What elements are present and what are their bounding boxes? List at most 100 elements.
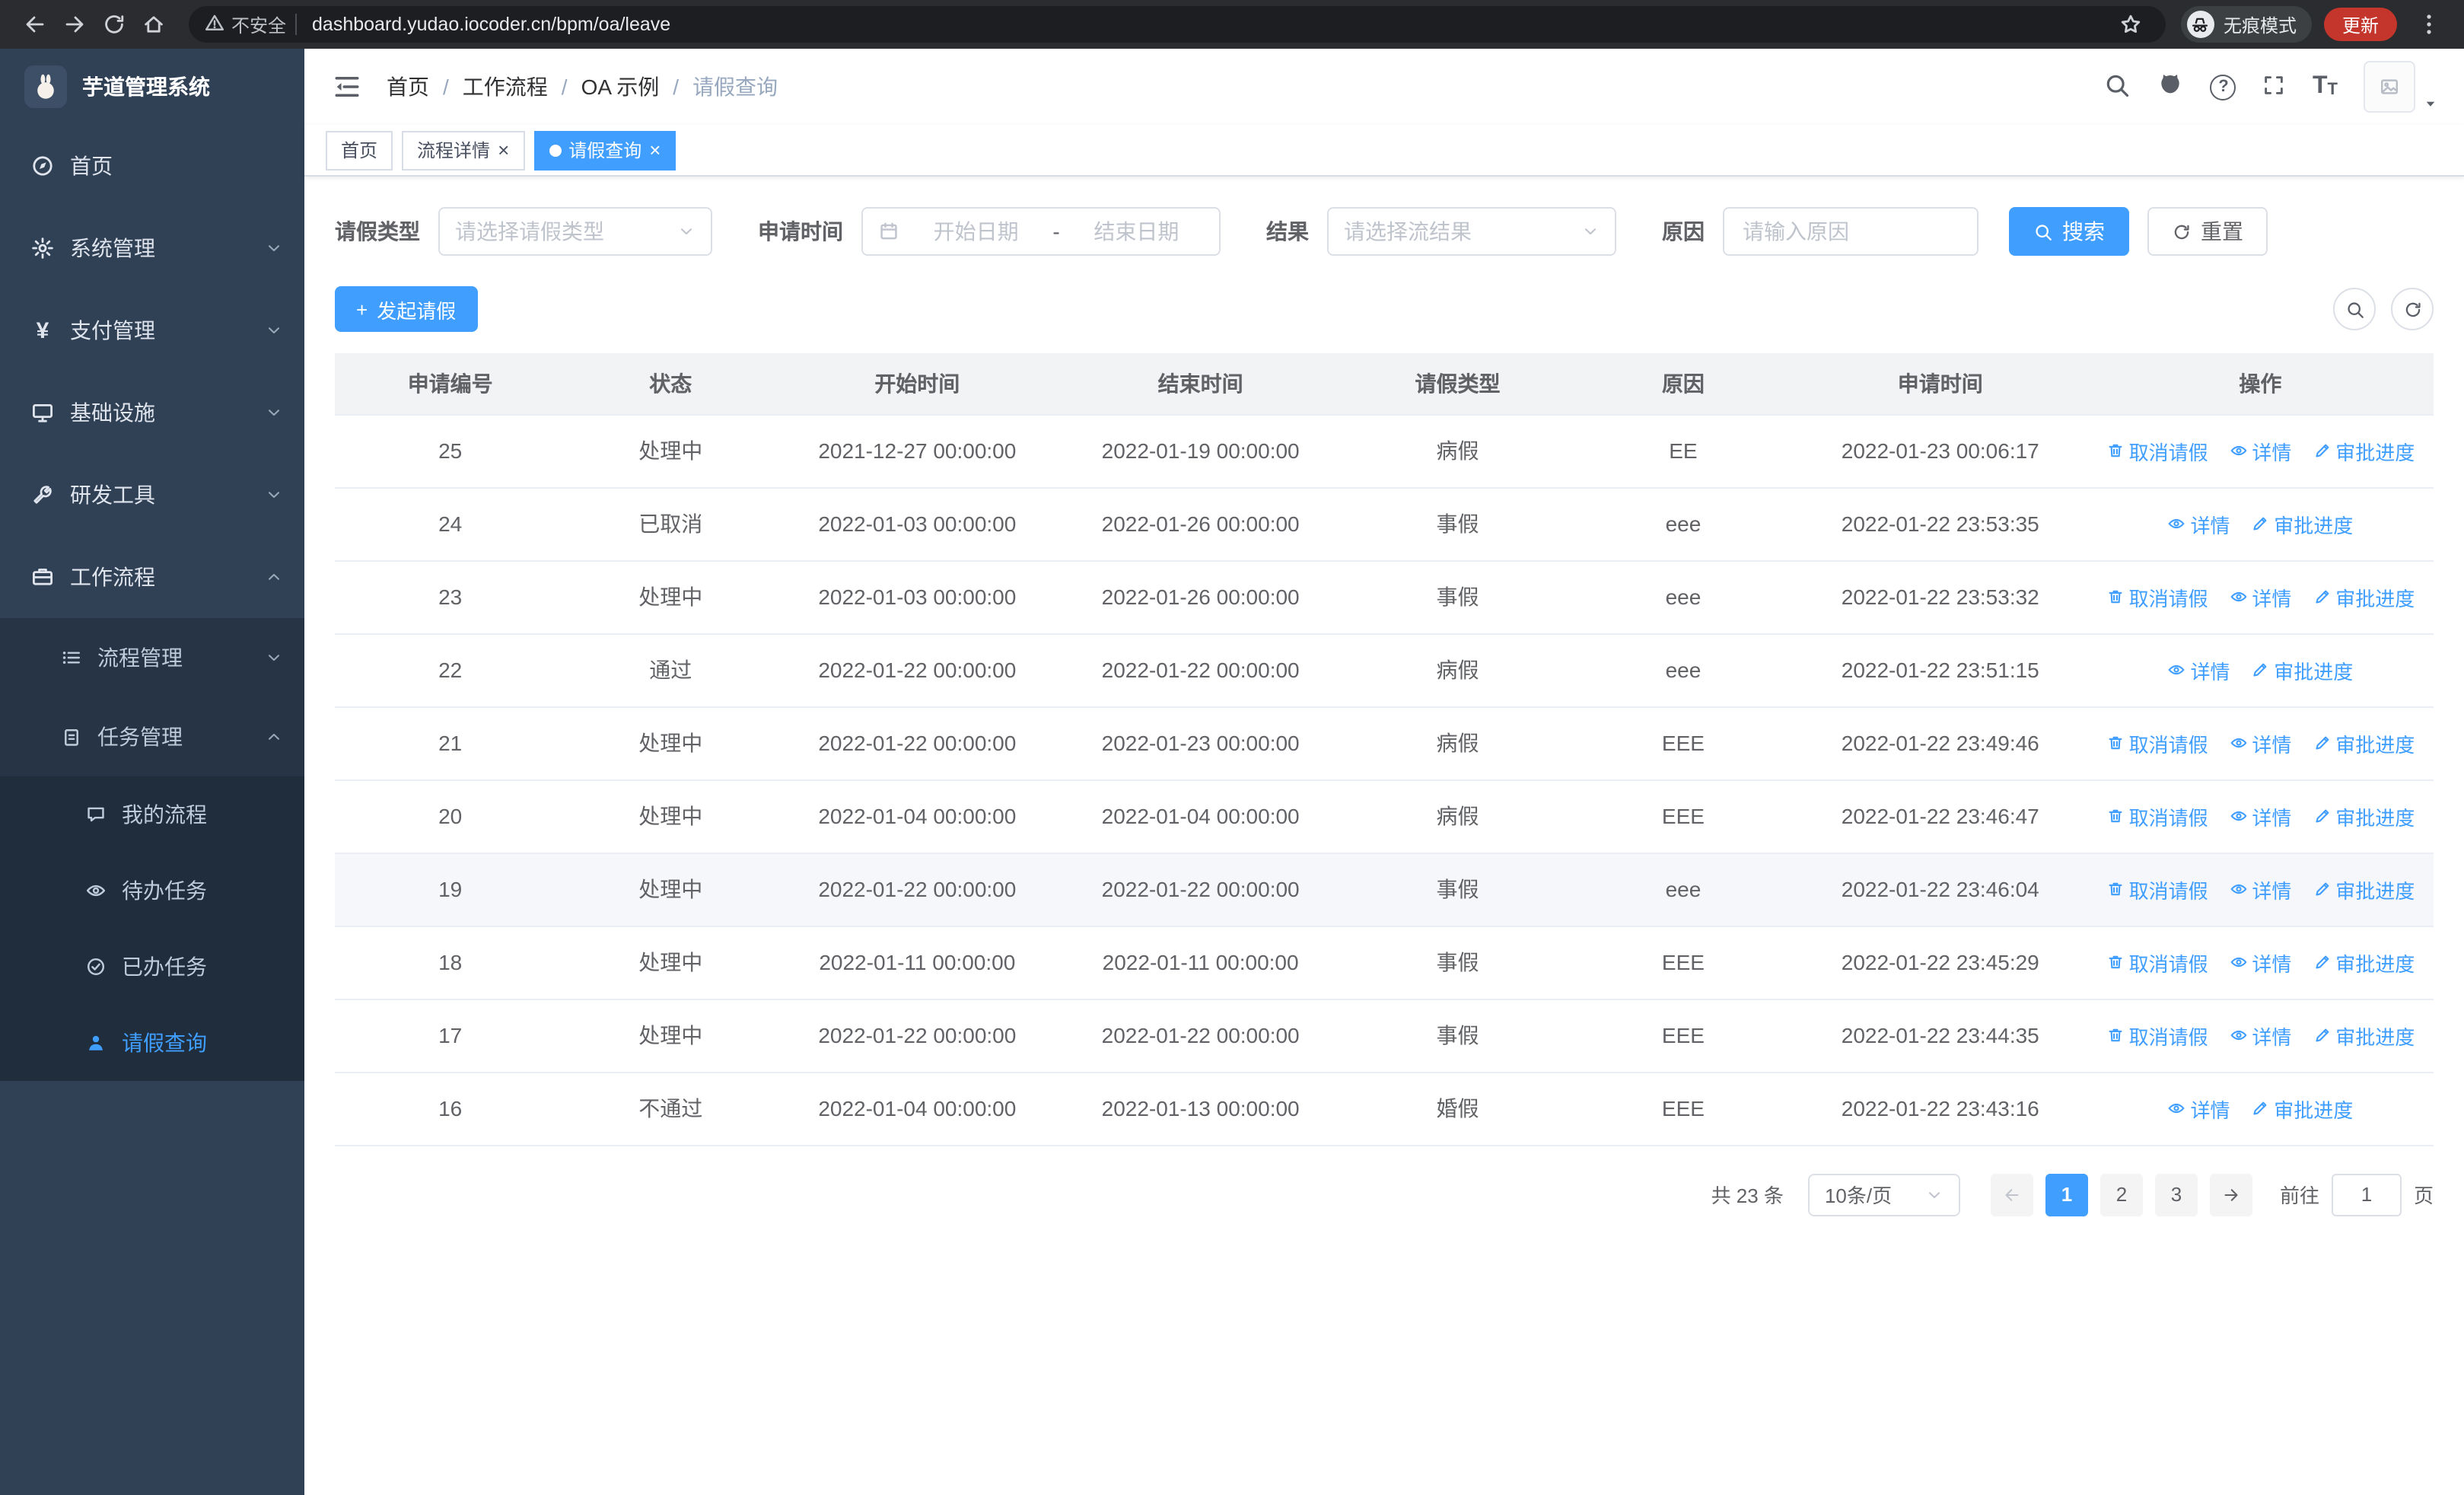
browser-home-icon[interactable] xyxy=(134,5,173,44)
approval-progress-link[interactable]: 审批进度 xyxy=(2251,655,2353,684)
list-icon xyxy=(61,647,82,668)
refresh-table-button[interactable] xyxy=(2391,288,2434,330)
tab-leave-query[interactable]: 请假查询 × xyxy=(533,130,676,170)
search-button[interactable]: 搜索 xyxy=(2009,207,2129,256)
font-size-icon[interactable]: TT xyxy=(2313,74,2338,99)
cancel-leave-link[interactable]: 取消请假 xyxy=(2106,875,2208,904)
cell-type: 事假 xyxy=(1342,487,1574,561)
cell-type: 病假 xyxy=(1342,414,1574,488)
create-leave-button[interactable]: + 发起请假 xyxy=(335,286,478,332)
detail-link[interactable]: 详情 xyxy=(2229,582,2291,611)
result-select[interactable]: 请选择流结果 xyxy=(1327,207,1616,256)
logo[interactable]: 芋道管理系统 xyxy=(0,49,304,125)
breadcrumb-item-workflow[interactable]: 工作流程 xyxy=(463,72,548,102)
date-range-picker[interactable]: 开始日期 - 结束日期 xyxy=(861,207,1221,256)
pagination-next-button[interactable] xyxy=(2209,1173,2252,1216)
cancel-leave-link[interactable]: 取消请假 xyxy=(2106,1021,2208,1050)
approval-progress-link[interactable]: 审批进度 xyxy=(2251,509,2353,538)
pen-icon xyxy=(2251,1099,2269,1117)
cell-id: 20 xyxy=(335,779,566,853)
detail-link[interactable]: 详情 xyxy=(2167,509,2230,538)
github-icon[interactable] xyxy=(2157,71,2185,103)
sidebar-item-infrastructure[interactable]: 基础设施 xyxy=(0,371,304,454)
sidebar-item-dev-tools[interactable]: 研发工具 xyxy=(0,454,304,536)
reason-input[interactable] xyxy=(1723,207,1979,256)
detail-link[interactable]: 详情 xyxy=(2229,436,2291,465)
tab-label: 流程详情 xyxy=(417,140,491,161)
leave-type-select[interactable]: 请选择请假类型 xyxy=(438,207,712,256)
cell-type: 事假 xyxy=(1342,560,1574,634)
approval-progress-link[interactable]: 审批进度 xyxy=(2313,875,2415,904)
sidebar-item-my-processes[interactable]: 我的流程 xyxy=(0,776,304,853)
pagination-page-2[interactable]: 2 xyxy=(2099,1173,2143,1216)
browser-forward-icon[interactable] xyxy=(55,5,94,44)
user-menu[interactable] xyxy=(2364,61,2440,113)
approval-progress-link[interactable]: 审批进度 xyxy=(2251,1094,2353,1123)
close-icon[interactable]: × xyxy=(649,140,661,160)
security-warning-icon[interactable] xyxy=(204,11,225,37)
browser-reload-icon[interactable] xyxy=(94,5,134,44)
cancel-leave-link[interactable]: 取消请假 xyxy=(2106,802,2208,830)
toggle-search-button[interactable] xyxy=(2333,288,2376,330)
breadcrumb-separator: / xyxy=(443,75,449,99)
detail-link[interactable]: 详情 xyxy=(2229,948,2291,977)
detail-link[interactable]: 详情 xyxy=(2229,728,2291,757)
detail-link[interactable]: 详情 xyxy=(2229,1021,2291,1050)
sidebar-item-done-tasks[interactable]: 已办任务 xyxy=(0,929,304,1005)
pagination-page-3[interactable]: 3 xyxy=(2154,1173,2198,1216)
approval-progress-link[interactable]: 审批进度 xyxy=(2313,582,2415,611)
tab-process-detail[interactable]: 流程详情 × xyxy=(402,130,525,170)
sidebar-item-system-management[interactable]: 系统管理 xyxy=(0,207,304,289)
breadcrumb-item-home[interactable]: 首页 xyxy=(387,72,429,102)
approval-progress-link[interactable]: 审批进度 xyxy=(2313,1021,2415,1050)
detail-link[interactable]: 详情 xyxy=(2229,875,2291,904)
reset-button[interactable]: 重置 xyxy=(2147,207,2268,256)
tab-label: 请假查询 xyxy=(568,140,642,161)
fullscreen-icon[interactable] xyxy=(2262,72,2287,101)
sidebar-item-leave-query[interactable]: 请假查询 xyxy=(0,1005,304,1081)
cancel-leave-link[interactable]: 取消请假 xyxy=(2106,582,2208,611)
logo-avatar xyxy=(24,65,67,108)
header-search-icon[interactable] xyxy=(2104,71,2131,103)
bookmark-star-icon[interactable] xyxy=(2111,5,2150,44)
sidebar-collapse-icon[interactable] xyxy=(332,72,362,102)
help-icon[interactable]: ? xyxy=(2210,74,2236,100)
cancel-leave-link[interactable]: 取消请假 xyxy=(2106,728,2208,757)
sidebar-item-home[interactable]: 首页 xyxy=(0,125,304,207)
browser-back-icon[interactable] xyxy=(15,5,55,44)
url-bar[interactable]: 不安全 dashboard.yudao.iocoder.cn/bpm/oa/le… xyxy=(189,6,2166,43)
close-icon[interactable]: × xyxy=(498,140,509,160)
cancel-leave-link[interactable]: 取消请假 xyxy=(2106,436,2208,465)
detail-link[interactable]: 详情 xyxy=(2229,802,2291,830)
eye-icon xyxy=(2167,661,2185,679)
dashboard-icon xyxy=(30,154,55,178)
sidebar-item-task-management[interactable]: 任务管理 xyxy=(0,697,304,776)
calendar-icon xyxy=(878,221,899,242)
detail-link[interactable]: 详情 xyxy=(2167,655,2230,684)
sidebar-item-process-management[interactable]: 流程管理 xyxy=(0,618,304,697)
goto-page-input[interactable] xyxy=(2331,1173,2402,1216)
cell-id: 24 xyxy=(335,487,566,561)
chevron-down-icon xyxy=(265,649,283,667)
cell-reason: eee xyxy=(1573,560,1794,634)
pagination-page-1[interactable]: 1 xyxy=(2045,1173,2088,1216)
cell-start: 2021-12-27 00:00:00 xyxy=(775,414,1059,488)
tab-home[interactable]: 首页 xyxy=(326,130,393,170)
avatar[interactable] xyxy=(2364,61,2415,113)
detail-link[interactable]: 详情 xyxy=(2167,1094,2230,1123)
browser-menu-icon[interactable] xyxy=(2409,5,2449,44)
approval-progress-link[interactable]: 审批进度 xyxy=(2313,728,2415,757)
pagination-prev-button[interactable] xyxy=(1990,1173,2033,1216)
breadcrumb-item-oa-example[interactable]: OA 示例 xyxy=(581,72,660,102)
sidebar-item-payment-management[interactable]: ¥ 支付管理 xyxy=(0,289,304,371)
sidebar-item-todo-tasks[interactable]: 待办任务 xyxy=(0,853,304,929)
cancel-leave-link[interactable]: 取消请假 xyxy=(2106,948,2208,977)
approval-progress-link[interactable]: 审批进度 xyxy=(2313,436,2415,465)
browser-update-button[interactable]: 更新 xyxy=(2323,8,2397,41)
approval-progress-link[interactable]: 审批进度 xyxy=(2313,948,2415,977)
sidebar-item-workflow[interactable]: 工作流程 xyxy=(0,536,304,618)
sidebar-item-label: 系统管理 xyxy=(70,236,155,260)
url-text[interactable]: dashboard.yudao.iocoder.cn/bpm/oa/leave xyxy=(312,14,2111,35)
approval-progress-link[interactable]: 审批进度 xyxy=(2313,802,2415,830)
page-size-select[interactable]: 10条/页 xyxy=(1807,1173,1960,1216)
